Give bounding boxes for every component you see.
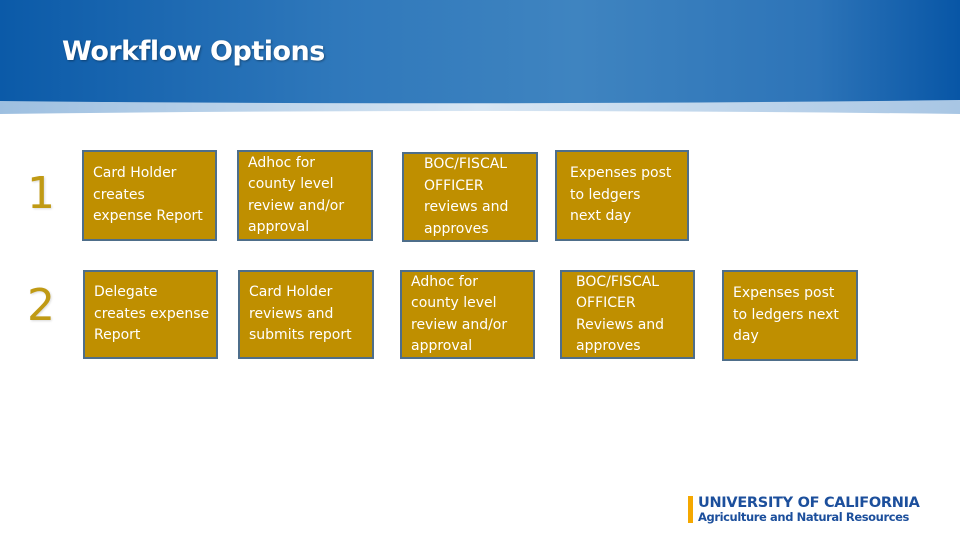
step-label: Card Holder creates expense Report — [93, 165, 203, 225]
workflow-2-step-3: Adhoc for county level review and/or app… — [400, 270, 535, 359]
page-title: Workflow Options — [62, 36, 325, 67]
step-label: Adhoc for county level review and/or app… — [248, 154, 345, 236]
step-label: Expenses post to ledgers next day — [570, 165, 672, 225]
workflow-2-step-5: Expenses post to ledgers next day — [722, 270, 858, 361]
step-label: Adhoc for county level review and/or app… — [411, 273, 508, 355]
workflow-1-step-4: Expenses post to ledgers next day — [555, 150, 689, 241]
logo-line-1: UNIVERSITY OF CALIFORNIA — [698, 495, 920, 511]
logo-line-2: Agriculture and Natural Resources — [698, 510, 909, 524]
step-label: Delegate creates expense Report — [94, 284, 210, 344]
step-label: BOC/FISCAL OFFICER Reviews and approves — [576, 273, 665, 355]
step-label: Expenses post to ledgers next day — [733, 285, 839, 345]
workflow-1-step-1: Card Holder creates expense Report — [82, 150, 217, 241]
workflow-2-step-2: Card Holder reviews and submits report — [238, 270, 374, 359]
step-label: Card Holder reviews and submits report — [249, 284, 352, 344]
step-label: BOC/FISCAL OFFICER reviews and approves — [424, 156, 509, 237]
workflow-1-step-3: BOC/FISCAL OFFICER reviews and approves — [402, 152, 538, 242]
logo-accent-bar — [688, 496, 693, 523]
workflow-number-2: 2 — [27, 280, 55, 331]
slide-header: Workflow Options — [0, 0, 960, 122]
workflow-2-step-1: Delegate creates expense Report — [83, 270, 218, 359]
workflow-1-step-2: Adhoc for county level review and/or app… — [237, 150, 373, 241]
workflow-number-1: 1 — [27, 168, 55, 219]
workflow-2-step-4: BOC/FISCAL OFFICER Reviews and approves — [560, 270, 695, 359]
